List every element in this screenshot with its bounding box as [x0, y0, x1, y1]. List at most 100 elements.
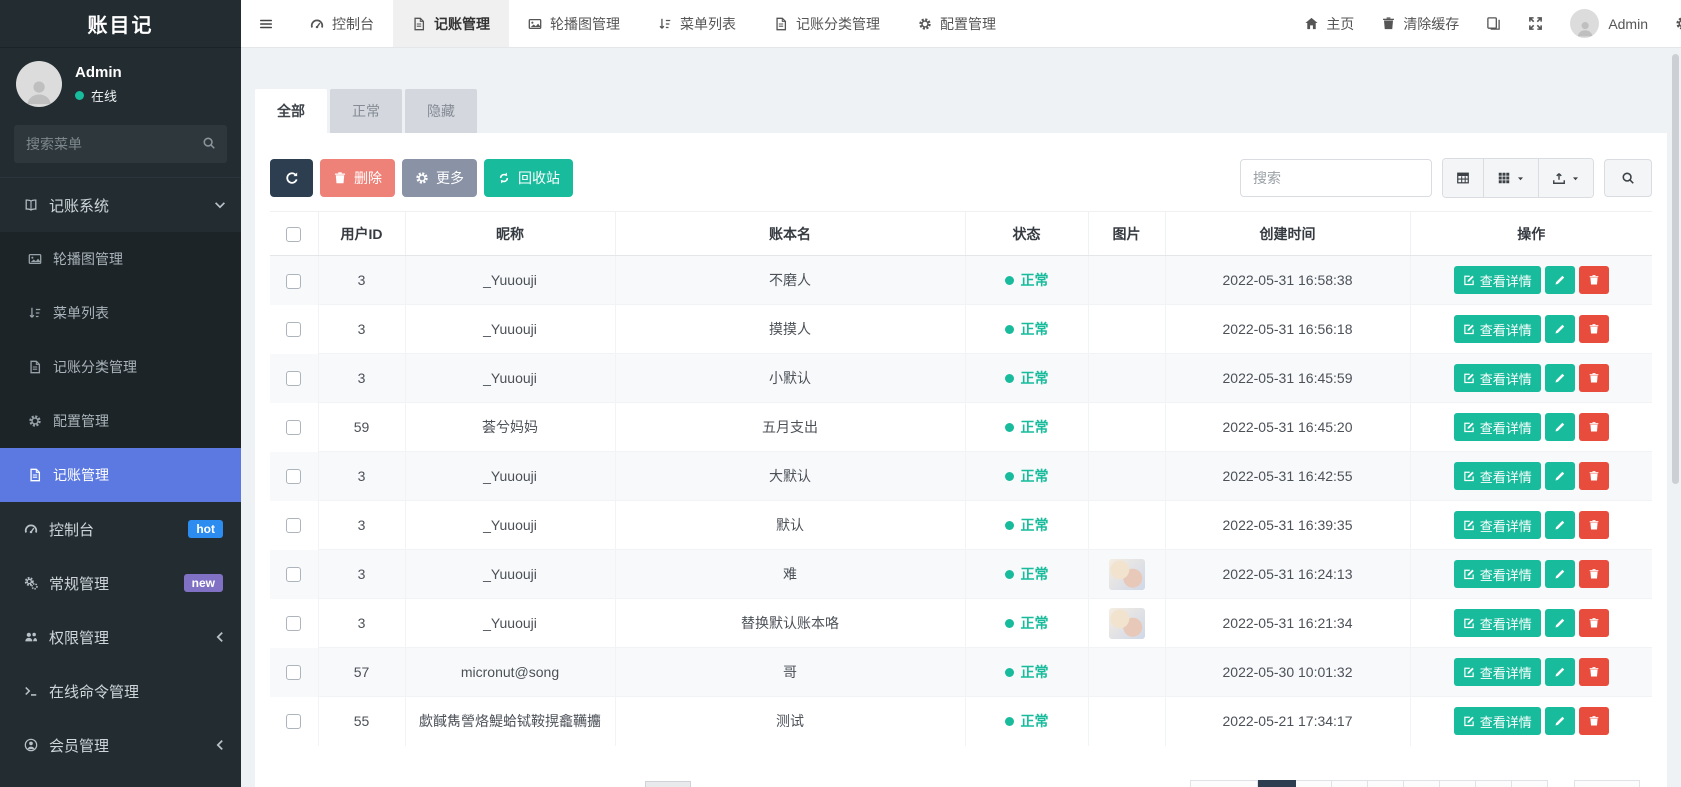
user-avatar[interactable] — [16, 61, 62, 107]
view-detail-button[interactable]: 查看详情 — [1454, 511, 1541, 539]
recycle-bin-button[interactable]: 回收站 — [484, 159, 573, 197]
sidebar-item-accounting-management[interactable]: 记账管理 — [0, 448, 241, 502]
refresh-button[interactable] — [270, 159, 313, 197]
delete-row-button[interactable] — [1579, 658, 1609, 686]
delete-button[interactable]: 删除 — [320, 159, 395, 197]
nav-tab-carousel-management[interactable]: 轮播图管理 — [509, 0, 639, 47]
nav-tab-config-management[interactable]: 配置管理 — [899, 0, 1015, 47]
sidebar-item-general-management[interactable]: 常规管理new — [0, 556, 241, 610]
settings-button[interactable] — [1675, 16, 1681, 31]
delete-row-button[interactable] — [1579, 266, 1609, 294]
delete-row-button[interactable] — [1579, 364, 1609, 392]
sidebar-item-config-management[interactable]: 配置管理 — [0, 394, 241, 448]
edit-row-button[interactable] — [1545, 266, 1575, 294]
view-detail-button[interactable]: 查看详情 — [1454, 609, 1541, 637]
view-detail-button[interactable]: 查看详情 — [1454, 462, 1541, 490]
view-detail-button[interactable]: 查看详情 — [1454, 560, 1541, 588]
row-checkbox[interactable] — [286, 616, 301, 631]
view-detail-button[interactable]: 查看详情 — [1454, 364, 1541, 392]
view-detail-button[interactable]: 查看详情 — [1454, 658, 1541, 686]
sidebar-item-dashboard[interactable]: 控制台hot — [0, 502, 241, 556]
column-header[interactable]: 图片 — [1088, 212, 1165, 256]
docs-button[interactable] — [1486, 16, 1501, 31]
table-row: 3_Yuuouji默认正常2022-05-31 16:39:35查看详情 — [270, 501, 1652, 550]
nav-tab-menu-list[interactable]: 菜单列表 — [639, 0, 755, 47]
delete-row-button[interactable] — [1579, 707, 1609, 735]
column-header[interactable]: 账本名 — [615, 212, 965, 256]
export-button[interactable] — [1538, 159, 1593, 197]
column-header[interactable]: 状态 — [965, 212, 1088, 256]
view-detail-button[interactable]: 查看详情 — [1454, 315, 1541, 343]
edit-row-button[interactable] — [1545, 609, 1575, 637]
delete-row-button[interactable] — [1579, 462, 1609, 490]
more-button[interactable]: 更多 — [402, 159, 477, 197]
search-button[interactable] — [1604, 159, 1652, 197]
sortlist-icon — [658, 17, 672, 31]
fullscreen-button[interactable] — [1528, 16, 1543, 31]
column-header[interactable]: 操作 — [1410, 212, 1652, 256]
column-header[interactable]: 创建时间 — [1165, 212, 1410, 256]
table-search-input[interactable] — [1240, 159, 1432, 197]
clear-cache-link[interactable]: 清除缓存 — [1381, 14, 1459, 34]
image-cell — [1088, 305, 1165, 354]
nav-tab-accounting-management[interactable]: 记账管理 — [393, 0, 509, 47]
edit-row-button[interactable] — [1545, 707, 1575, 735]
edit-row-button[interactable] — [1545, 462, 1575, 490]
home-link[interactable]: 主页 — [1304, 14, 1354, 34]
column-header[interactable]: 用户ID — [318, 212, 405, 256]
delete-row-button[interactable] — [1579, 609, 1609, 637]
pencil-icon — [1554, 715, 1566, 727]
row-checkbox[interactable] — [286, 371, 301, 386]
user-menu[interactable]: Admin — [1570, 9, 1648, 38]
delete-row-button[interactable] — [1579, 560, 1609, 588]
status-badge: 正常 — [1005, 466, 1049, 486]
view-detail-button[interactable]: 查看详情 — [1454, 413, 1541, 441]
pagination-bar[interactable] — [1190, 780, 1640, 787]
nav-tab-dashboard[interactable]: 控制台 — [291, 0, 393, 47]
nav-tab-label: 记账分类管理 — [796, 14, 880, 34]
edit-row-button[interactable] — [1545, 658, 1575, 686]
delete-row-button[interactable] — [1579, 413, 1609, 441]
gear-icon — [918, 17, 932, 31]
tab-all[interactable]: 全部 — [255, 89, 327, 133]
view-detail-button[interactable]: 查看详情 — [1454, 707, 1541, 735]
view-detail-button[interactable]: 查看详情 — [1454, 266, 1541, 294]
book-thumbnail[interactable] — [1109, 608, 1145, 639]
edit-row-button[interactable] — [1545, 315, 1575, 343]
edit-row-button[interactable] — [1545, 560, 1575, 588]
book-thumbnail[interactable] — [1109, 559, 1145, 590]
trash-icon — [1588, 519, 1600, 531]
page-size-select[interactable] — [645, 781, 691, 787]
row-checkbox[interactable] — [286, 469, 301, 484]
menu-search-input[interactable] — [14, 125, 227, 163]
row-checkbox[interactable] — [286, 274, 301, 289]
row-checkbox[interactable] — [286, 714, 301, 729]
row-checkbox[interactable] — [286, 420, 301, 435]
columns-button[interactable] — [1483, 159, 1538, 197]
column-header[interactable]: 昵称 — [405, 212, 615, 256]
row-checkbox[interactable] — [286, 567, 301, 582]
edit-row-button[interactable] — [1545, 511, 1575, 539]
edit-row-button[interactable] — [1545, 413, 1575, 441]
tab-normal[interactable]: 正常 — [330, 89, 402, 133]
common-search-button[interactable] — [1443, 159, 1483, 197]
sidebar-item-carousel-management[interactable]: 轮播图管理 — [0, 232, 241, 286]
nav-tab-category-management[interactable]: 记账分类管理 — [755, 0, 899, 47]
row-checkbox[interactable] — [286, 518, 301, 533]
select-all-checkbox[interactable] — [286, 227, 301, 242]
sidebar-item-accounting-system[interactable]: 记账系统 — [0, 178, 241, 232]
edit-row-button[interactable] — [1545, 364, 1575, 392]
scrollbar[interactable] — [1672, 54, 1679, 484]
delete-row-button[interactable] — [1579, 315, 1609, 343]
sidebar-item-permission-management[interactable]: 权限管理 — [0, 610, 241, 664]
book-name-cell: 大默认 — [615, 452, 965, 501]
sidebar-item-online-command-management[interactable]: 在线命令管理 — [0, 664, 241, 718]
delete-row-button[interactable] — [1579, 511, 1609, 539]
row-checkbox[interactable] — [286, 322, 301, 337]
sidebar-toggle-button[interactable] — [241, 0, 291, 47]
tab-hidden[interactable]: 隐藏 — [405, 89, 477, 133]
sidebar-item-category-management[interactable]: 记账分类管理 — [0, 340, 241, 394]
sidebar-item-member-management[interactable]: 会员管理 — [0, 718, 241, 772]
sidebar-item-menu-list[interactable]: 菜单列表 — [0, 286, 241, 340]
row-checkbox[interactable] — [286, 665, 301, 680]
